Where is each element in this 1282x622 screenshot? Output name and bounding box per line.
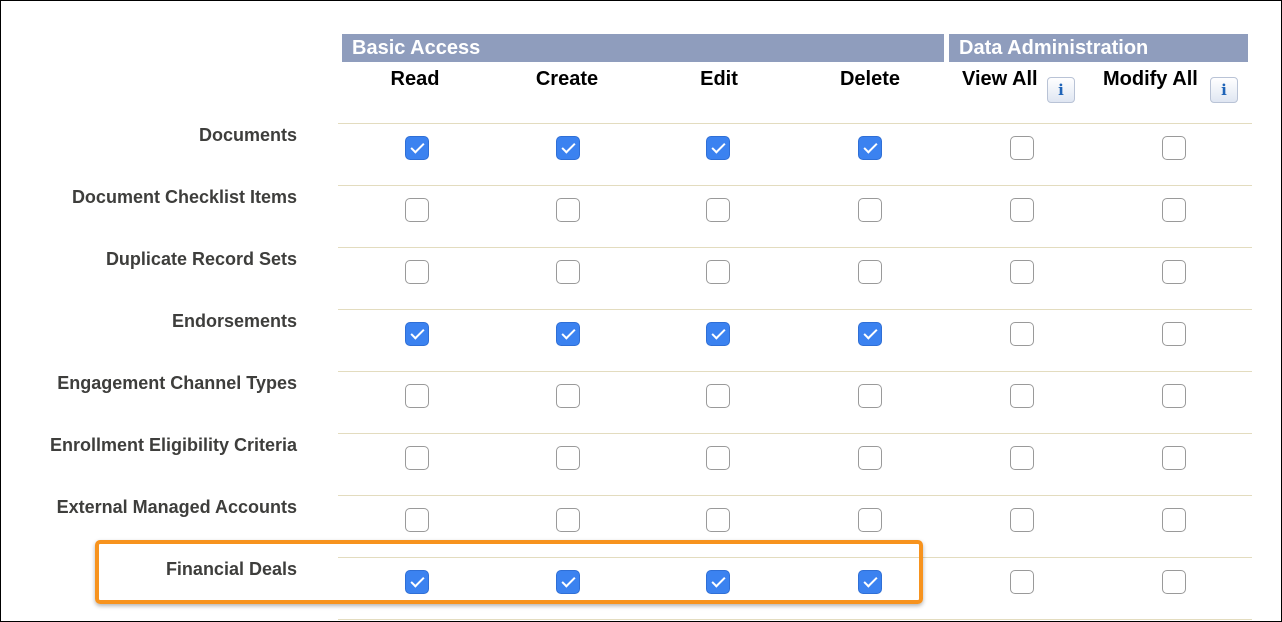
edit-checkbox[interactable] [706, 508, 730, 532]
row-label: Duplicate Record Sets [105, 249, 297, 269]
modify-all-checkbox[interactable] [1162, 136, 1186, 160]
create-checkbox[interactable] [556, 508, 580, 532]
row-label: Documents [198, 125, 297, 145]
delete-checkbox[interactable] [858, 508, 882, 532]
delete-checkbox[interactable] [858, 384, 882, 408]
delete-checkbox[interactable] [858, 198, 882, 222]
column-header-modify-all: Modify All [1103, 68, 1198, 90]
column-header-create: Create [535, 68, 599, 90]
create-checkbox[interactable] [556, 260, 580, 284]
column-header-delete: Delete [839, 68, 901, 90]
view-all-checkbox[interactable] [1010, 384, 1034, 408]
edit-checkbox[interactable] [706, 446, 730, 470]
edit-checkbox[interactable] [706, 260, 730, 284]
delete-checkbox[interactable] [858, 322, 882, 346]
read-checkbox[interactable] [405, 198, 429, 222]
create-checkbox[interactable] [556, 136, 580, 160]
read-checkbox[interactable] [405, 384, 429, 408]
edit-checkbox[interactable] [706, 198, 730, 222]
view-all-checkbox[interactable] [1010, 136, 1034, 160]
row-divider [338, 309, 1252, 310]
read-checkbox[interactable] [405, 322, 429, 346]
view-all-checkbox[interactable] [1010, 508, 1034, 532]
view-all-checkbox[interactable] [1010, 446, 1034, 470]
row-divider [338, 495, 1252, 496]
row-divider [338, 433, 1252, 434]
highlight-box [95, 540, 923, 604]
delete-checkbox[interactable] [858, 446, 882, 470]
modify-all-checkbox[interactable] [1162, 198, 1186, 222]
basic-access-header: Basic Access [342, 34, 944, 62]
view-all-checkbox[interactable] [1010, 198, 1034, 222]
column-header-read: Read [390, 68, 440, 90]
view-all-checkbox[interactable] [1010, 260, 1034, 284]
edit-checkbox[interactable] [706, 136, 730, 160]
read-checkbox[interactable] [405, 136, 429, 160]
modify-all-checkbox[interactable] [1162, 508, 1186, 532]
row-label: Document Checklist Items [71, 187, 297, 207]
create-checkbox[interactable] [556, 384, 580, 408]
read-checkbox[interactable] [405, 508, 429, 532]
row-label: Enrollment Eligibility Criteria [49, 435, 297, 455]
edit-checkbox[interactable] [706, 384, 730, 408]
row-divider [338, 123, 1252, 124]
row-label: Endorsements [171, 311, 297, 331]
row-divider [338, 619, 1252, 620]
view-all-checkbox[interactable] [1010, 322, 1034, 346]
modify-all-checkbox[interactable] [1162, 570, 1186, 594]
row-divider [338, 247, 1252, 248]
delete-checkbox[interactable] [858, 260, 882, 284]
delete-checkbox[interactable] [858, 136, 882, 160]
row-divider [338, 371, 1252, 372]
modify-all-checkbox[interactable] [1162, 260, 1186, 284]
create-checkbox[interactable] [556, 198, 580, 222]
modify-all-checkbox[interactable] [1162, 322, 1186, 346]
read-checkbox[interactable] [405, 260, 429, 284]
read-checkbox[interactable] [405, 446, 429, 470]
row-divider [338, 185, 1252, 186]
create-checkbox[interactable] [556, 322, 580, 346]
modify-all-checkbox[interactable] [1162, 384, 1186, 408]
row-label: Engagement Channel Types [57, 373, 297, 393]
data-administration-header: Data Administration [949, 34, 1248, 62]
row-label: External Managed Accounts [56, 497, 297, 517]
modify-all-checkbox[interactable] [1162, 446, 1186, 470]
view-all-checkbox[interactable] [1010, 570, 1034, 594]
edit-checkbox[interactable] [706, 322, 730, 346]
modify-all-info-icon[interactable]: i [1210, 77, 1238, 103]
column-header-view-all: View All [962, 68, 1038, 90]
view-all-info-icon[interactable]: i [1047, 77, 1075, 103]
column-header-edit: Edit [700, 68, 738, 90]
create-checkbox[interactable] [556, 446, 580, 470]
